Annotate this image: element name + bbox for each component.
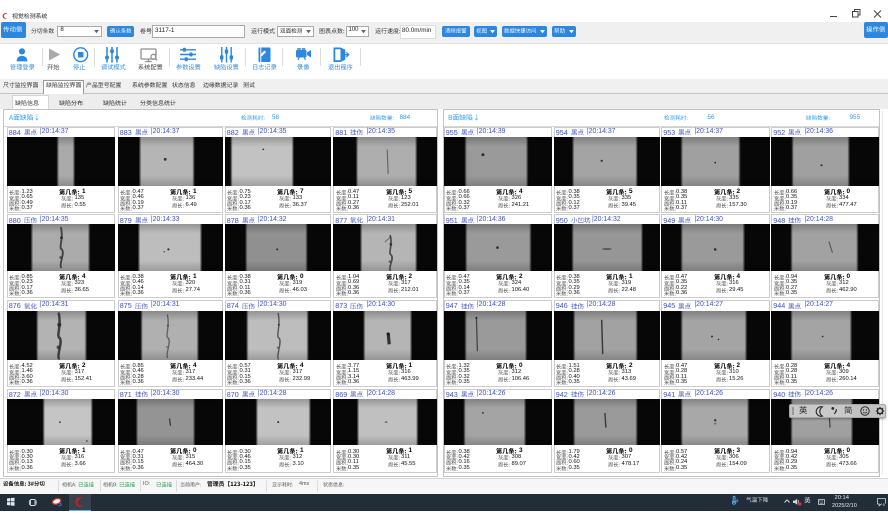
svg-text:6: 6: [883, 503, 885, 507]
